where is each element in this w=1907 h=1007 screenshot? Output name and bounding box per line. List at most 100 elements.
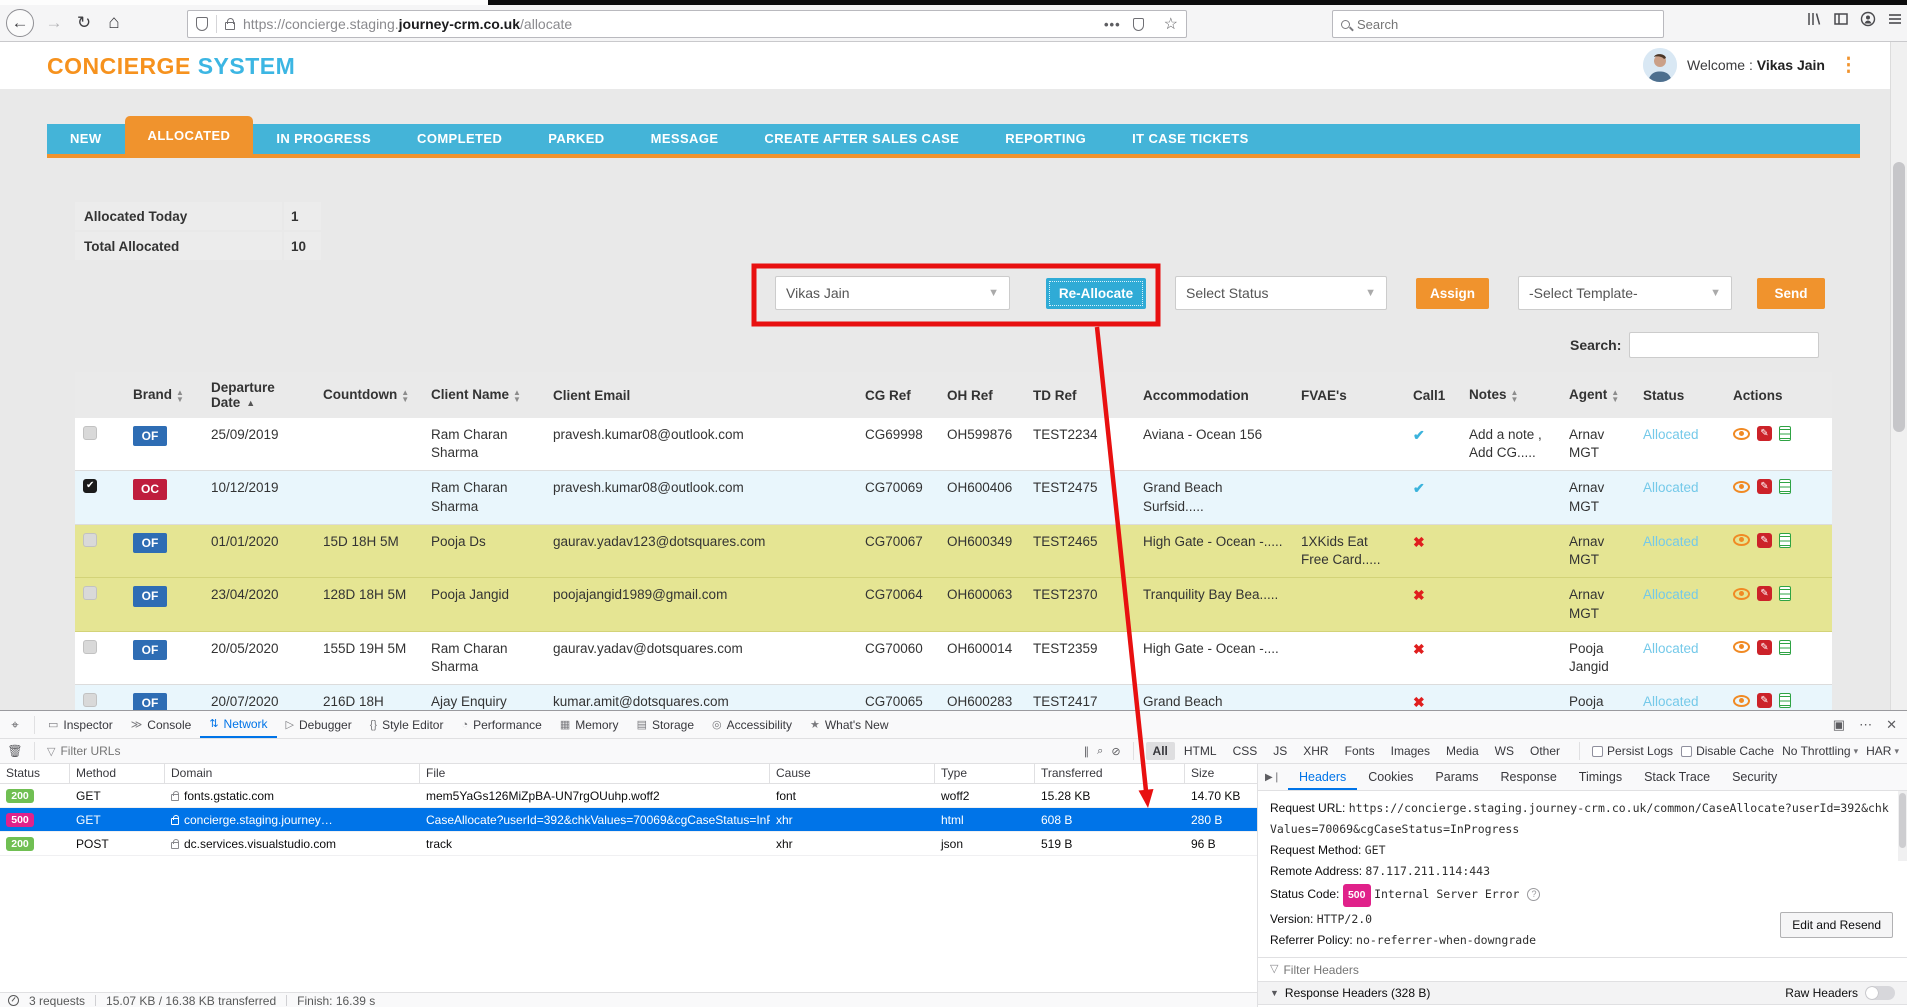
document-icon[interactable] <box>1779 586 1791 602</box>
tab-reporting[interactable]: REPORTING <box>982 124 1109 154</box>
type-filter-media[interactable]: Media <box>1439 742 1486 760</box>
view-eye-icon[interactable] <box>1733 534 1750 547</box>
row-checkbox[interactable] <box>83 639 97 654</box>
network-request-row[interactable]: 200 POST dc.services.visualstudio.com track… <box>0 832 1257 856</box>
details-tab-timings[interactable]: Timings <box>1568 764 1633 790</box>
template-select[interactable]: -Select Template- ▼ <box>1518 276 1732 310</box>
sort-icon[interactable]: ▲ ▼ <box>401 388 409 403</box>
document-icon[interactable] <box>1779 639 1791 655</box>
forward-icon[interactable]: → <box>40 9 68 37</box>
pocket-icon[interactable] <box>1132 17 1144 31</box>
net-column-file[interactable]: File <box>420 764 770 783</box>
sort-icon[interactable]: ▲ ▼ <box>513 388 521 403</box>
details-tab-security[interactable]: Security <box>1721 764 1788 790</box>
view-eye-icon[interactable] <box>1733 480 1750 493</box>
tracking-shield-icon[interactable] <box>196 17 208 31</box>
devtool-tab-performance[interactable]: ◔ Performance <box>452 711 550 738</box>
menu-hamburger-icon[interactable] <box>1887 11 1903 27</box>
edit-icon[interactable]: ✎ <box>1757 479 1772 495</box>
document-icon[interactable] <box>1779 532 1791 548</box>
assign-button[interactable]: Assign <box>1416 278 1489 309</box>
filter-urls-input[interactable] <box>60 744 361 758</box>
har-select[interactable]: HAR ▾ <box>1866 744 1899 758</box>
details-tab-cookies[interactable]: Cookies <box>1357 764 1424 790</box>
net-column-size[interactable]: Size <box>1185 764 1258 783</box>
type-filter-images[interactable]: Images <box>1384 742 1437 760</box>
row-checkbox[interactable] <box>83 426 97 440</box>
back-icon[interactable]: ← <box>6 9 34 37</box>
table-search-input[interactable] <box>1629 332 1820 358</box>
type-filter-all[interactable]: All <box>1145 742 1175 760</box>
tab-allocated[interactable]: ALLOCATED <box>124 116 254 154</box>
performance-analysis-icon[interactable] <box>8 995 19 1006</box>
page-scrollbar[interactable] <box>1890 42 1907 710</box>
column-header-notes[interactable]: Notes ▲ ▼ <box>1461 372 1561 418</box>
sort-icon[interactable]: ▲ ▼ <box>1511 388 1519 403</box>
account-icon[interactable] <box>1860 11 1876 27</box>
net-column-domain[interactable]: Domain <box>165 764 420 783</box>
view-eye-icon[interactable] <box>1733 694 1750 707</box>
sort-asc-icon[interactable]: ▲ <box>246 398 255 408</box>
network-request-row[interactable]: 200 GET fonts.gstatic.com mem5YaGs126MiZpBA… <box>0 784 1257 808</box>
avatar[interactable] <box>1642 48 1677 82</box>
net-column-status[interactable]: Status <box>0 764 70 783</box>
network-request-row[interactable]: 500 GET concierge.staging.journey… CaseAllo… <box>0 808 1257 832</box>
row-checkbox[interactable] <box>83 479 97 494</box>
network-search-icon[interactable]: ⌕ <box>1097 745 1103 758</box>
view-eye-icon[interactable] <box>1733 427 1750 440</box>
tab-in-progress[interactable]: IN PROGRESS <box>253 124 394 154</box>
lock-icon[interactable] <box>225 18 235 30</box>
devtool-tab-style-editor[interactable]: {} Style Editor <box>361 711 453 738</box>
details-tab-stack-trace[interactable]: Stack Trace <box>1633 764 1721 790</box>
devtool-tab-console[interactable]: ≫ Console <box>122 711 201 738</box>
column-header-client-name[interactable]: Client Name ▲ ▼ <box>423 372 545 418</box>
devtool-tab-debugger[interactable]: ▷ Debugger <box>277 711 361 738</box>
agent-select[interactable]: Vikas Jain ▼ <box>775 276 1010 310</box>
tab-parked[interactable]: PARKED <box>525 124 627 154</box>
details-scrollbar[interactable] <box>1898 791 1907 861</box>
devtool-tab-what-s-new[interactable]: ★ What's New <box>801 711 898 738</box>
edit-icon[interactable]: ✎ <box>1757 426 1772 441</box>
kebab-menu-icon[interactable]: ⋮ <box>1835 54 1862 77</box>
net-column-cause[interactable]: Cause <box>770 764 935 783</box>
type-filter-html[interactable]: HTML <box>1177 742 1224 760</box>
tab-message[interactable]: MESSAGE <box>628 124 742 154</box>
block-icon[interactable]: ⊘ <box>1111 745 1120 758</box>
network-columns-header[interactable]: Status Method Domain File Cause Type Transferr… <box>0 764 1258 784</box>
document-icon[interactable] <box>1779 479 1791 495</box>
persist-logs-checkbox[interactable]: Persist Logs <box>1592 744 1673 758</box>
devtool-tab-accessibility[interactable]: ◎ Accessibility <box>703 711 801 738</box>
column-header-brand[interactable]: Brand ▲ ▼ <box>125 372 203 418</box>
tab-it-case-tickets[interactable]: IT CASE TICKETS <box>1109 124 1272 154</box>
filter-headers-input[interactable] <box>1283 962 1484 977</box>
sort-icon[interactable]: ▲ ▼ <box>1611 388 1619 403</box>
edit-icon[interactable]: ✎ <box>1757 693 1772 709</box>
library-icon[interactable] <box>1806 11 1822 27</box>
devtools-close-icon[interactable]: ✕ <box>1886 717 1897 733</box>
devtool-tab-memory[interactable]: ▦ Memory <box>551 711 628 738</box>
devtool-tab-network[interactable]: ⇅ Network <box>200 711 277 738</box>
pause-icon[interactable]: ∥ <box>1084 745 1090 758</box>
type-filter-fonts[interactable]: Fonts <box>1338 742 1382 760</box>
reallocate-button[interactable]: Re-Allocate <box>1046 278 1146 309</box>
devtool-tab-inspector[interactable]: ▭ Inspector <box>39 711 122 738</box>
type-filter-js[interactable]: JS <box>1266 742 1294 760</box>
tab-completed[interactable]: COMPLETED <box>394 124 525 154</box>
bookmark-star-icon[interactable]: ☆ <box>1164 14 1178 34</box>
edit-icon[interactable]: ✎ <box>1757 532 1772 548</box>
net-column-type[interactable]: Type <box>935 764 1035 783</box>
tab-create-after-sales-case[interactable]: CREATE AFTER SALES CASE <box>741 124 982 154</box>
view-eye-icon[interactable] <box>1733 641 1750 654</box>
browser-search-box[interactable] <box>1332 10 1664 38</box>
column-header-agent[interactable]: Agent ▲ ▼ <box>1561 372 1635 418</box>
type-filter-css[interactable]: CSS <box>1226 742 1265 760</box>
tab-new[interactable]: NEW <box>47 124 125 154</box>
expand-pane-icon[interactable]: ▶❘ <box>1258 772 1288 783</box>
help-icon[interactable]: ? <box>1527 888 1541 902</box>
throttling-select[interactable]: No Throttling ▾ <box>1782 744 1858 758</box>
sidebar-icon[interactable] <box>1833 11 1849 27</box>
row-checkbox[interactable] <box>83 532 97 547</box>
devtools-options-icon[interactable]: ⋯ <box>1859 717 1872 733</box>
document-icon[interactable] <box>1779 426 1791 441</box>
browser-search-input[interactable] <box>1357 16 1617 32</box>
